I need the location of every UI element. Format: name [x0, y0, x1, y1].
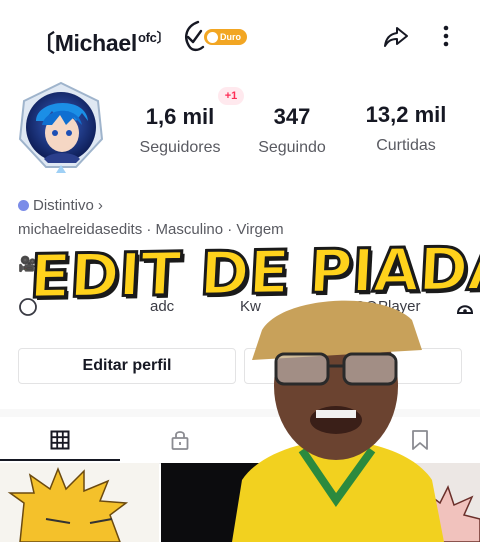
- badge-label: Distintivo: [33, 197, 94, 214]
- likes-label: Curtidas: [376, 137, 436, 154]
- grid-icon: [50, 430, 70, 450]
- username-text: 〔Michael: [32, 30, 137, 56]
- active-tab-indicator: [0, 459, 120, 461]
- username-suffix: ofc〕: [137, 30, 170, 45]
- new-followers-badge: +1: [218, 87, 244, 105]
- share-arrow-icon[interactable]: [382, 23, 410, 51]
- edit-profile-button[interactable]: Editar perfil: [18, 348, 236, 384]
- avatar[interactable]: [16, 81, 106, 175]
- more-vertical-icon[interactable]: [436, 22, 456, 50]
- following-label: Seguindo: [258, 139, 326, 156]
- lock-icon: [171, 431, 189, 450]
- following-stat[interactable]: 347 Seguindo: [248, 104, 336, 157]
- video-caption-overlay: EDIT DE PIADA: [26, 232, 480, 313]
- rank-badge-label: Duro: [220, 32, 241, 42]
- chevron-right-icon: ›: [97, 197, 103, 214]
- video-thumbnail[interactable]: [0, 463, 159, 542]
- followers-label: Seguidores: [139, 139, 221, 156]
- distinctive-badge-link[interactable]: Distintivo ›: [18, 197, 103, 214]
- following-count: 347: [273, 104, 311, 129]
- rank-icon: [207, 31, 218, 43]
- rank-badge[interactable]: Duro: [204, 29, 247, 45]
- badge-hexagon-icon: [18, 200, 29, 211]
- tab-videos[interactable]: [0, 417, 120, 463]
- likes-count: 13,2 mil: [365, 102, 447, 127]
- person-overlay-image: [232, 300, 444, 542]
- likes-stat[interactable]: 13,2 mil Curtidas: [352, 102, 460, 155]
- anime-character-thumbnail: [7, 466, 129, 542]
- followers-count: 1,6 mil: [145, 104, 215, 129]
- tab-private[interactable]: [120, 417, 240, 463]
- followers-stat[interactable]: 1,6 mil Seguidores: [128, 104, 232, 157]
- profile-username: 〔Michaelofc〕: [32, 24, 170, 58]
- profile-info-line: michaelreidasedits · Masculino · Virgem: [18, 221, 284, 238]
